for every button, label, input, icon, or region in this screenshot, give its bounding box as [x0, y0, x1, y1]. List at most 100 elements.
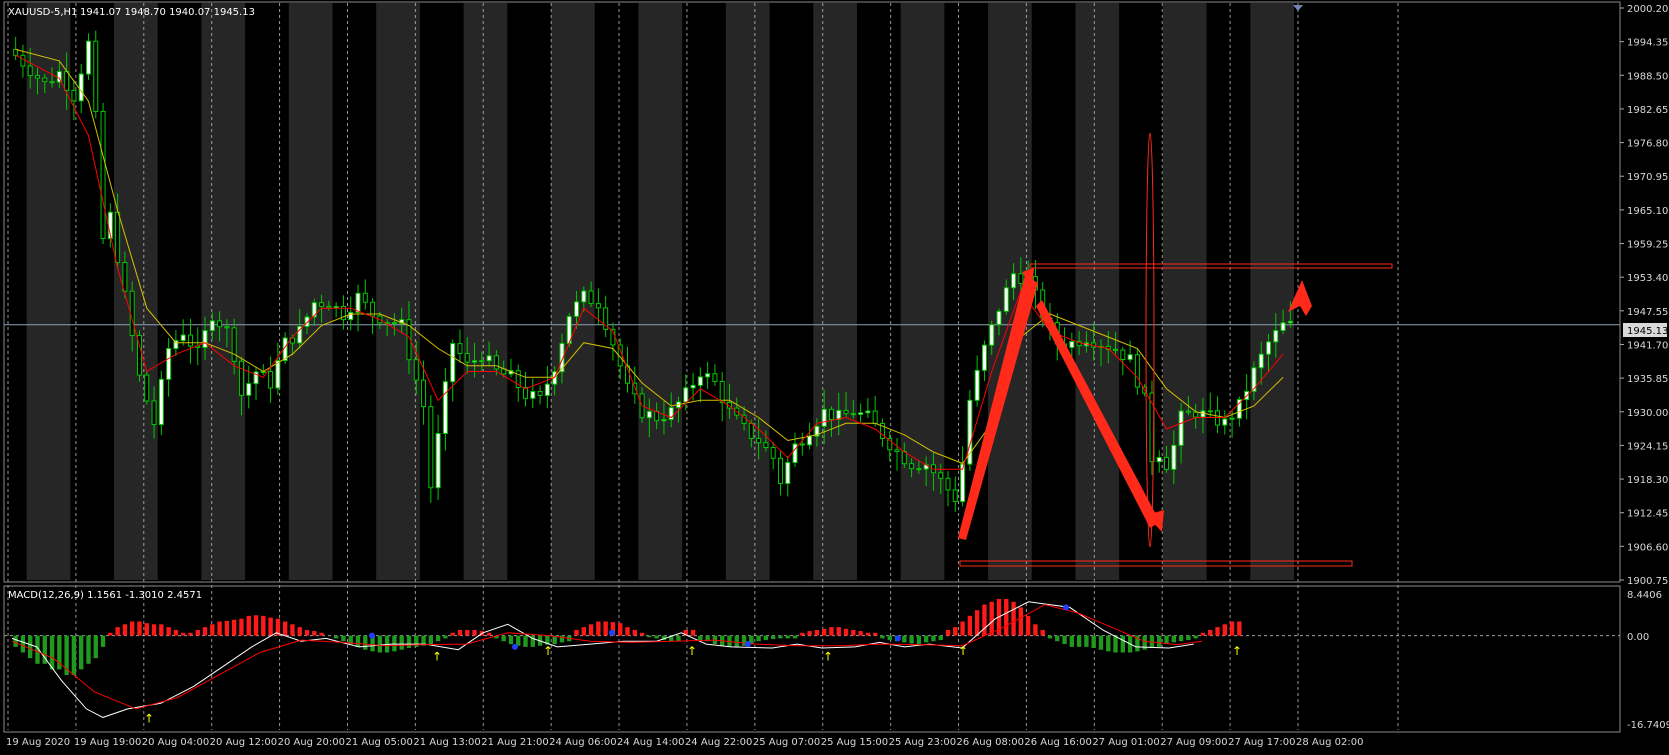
time-tick-label: 24 Aug 14:00: [617, 737, 684, 748]
price-tick-label: 1970.95: [1627, 172, 1668, 183]
session-band: [1250, 3, 1294, 580]
candle-body: [64, 71, 70, 91]
price-tick-label: 1941.70: [1627, 340, 1668, 351]
candle-body: [821, 408, 827, 427]
price-tick-label: 1988.50: [1627, 71, 1668, 82]
candle-body: [836, 409, 842, 420]
price-tick-label: 1930.00: [1627, 408, 1668, 419]
macd-panel: ↑ ↑ ↑ ↑ ↑ ↑ ↑: [4, 598, 1620, 726]
price-tick-label: 1994.35: [1627, 38, 1668, 49]
time-tick-label: 25 Aug 15:00: [821, 737, 888, 748]
candle-body: [450, 343, 456, 383]
candle-body: [435, 433, 441, 489]
price-tick-label: 1935.85: [1627, 374, 1668, 385]
candle-body: [1011, 273, 1017, 289]
candle-body: [981, 344, 987, 371]
session-band: [638, 3, 683, 580]
time-tick-label: 27 Aug 01:00: [1092, 737, 1159, 748]
symbol-label: XAUUSD-5,H1: [8, 7, 77, 18]
candle-body: [71, 89, 77, 102]
candle-body: [275, 360, 281, 389]
candle-body: [1164, 457, 1170, 470]
candle-body: [1178, 410, 1184, 446]
candle-body: [1113, 348, 1119, 351]
grid-lines: [4, 3, 1620, 730]
time-tick-label: 26 Aug 16:00: [1024, 737, 1091, 748]
candle-body: [187, 334, 193, 347]
session-band: [1075, 3, 1120, 580]
candle-body: [799, 443, 805, 446]
candle-body: [78, 73, 84, 102]
macd-main-line: [11, 601, 1194, 718]
time-tick-label: 20 Aug 12:00: [210, 737, 277, 748]
session-band: [376, 3, 420, 580]
candle-body: [333, 305, 339, 309]
candle-body: [777, 457, 783, 485]
macd-bottom-label: -16.7409: [1627, 720, 1669, 731]
candle-body: [1273, 330, 1279, 343]
signal-dot-icon: [895, 635, 901, 642]
candle-body: [1287, 320, 1293, 324]
time-tick-label: 20 Aug 20:00: [278, 737, 345, 748]
candle-body: [151, 400, 157, 426]
up-arrow-icon: ↑: [144, 712, 154, 726]
time-tick-label: 27 Aug 17:00: [1228, 737, 1295, 748]
candle-body: [49, 81, 55, 84]
candle-body: [894, 449, 900, 453]
candle-body: [1280, 322, 1286, 332]
time-tick-label: 20 Aug 04:00: [142, 737, 209, 748]
price-tick-label: 1918.30: [1627, 475, 1668, 486]
candle-body: [530, 391, 536, 399]
up-arrow-icon: ↑: [823, 650, 833, 664]
time-tick-label: 26 Aug 08:00: [957, 737, 1024, 748]
price-tick-label: 1953.40: [1627, 273, 1668, 284]
price-chart[interactable]: ↑ ↑ ↑ ↑ ↑ ↑ ↑ 19 Aug 2020 19 Aug 19:00 20 Aug 04…: [0, 0, 1669, 755]
session-band: [113, 3, 158, 580]
candle-body: [537, 391, 543, 397]
candle-body: [1171, 444, 1177, 470]
up-arrow-icon: ↑: [687, 644, 697, 658]
candle-body: [202, 330, 208, 349]
candle-body: [828, 408, 834, 420]
candle-body: [909, 463, 915, 470]
current-price-label: 1945.13: [1627, 326, 1668, 337]
price-tick-label: 1976.80: [1627, 139, 1668, 150]
candle-body: [1229, 417, 1235, 420]
candle-body: [712, 373, 718, 382]
time-tick-label: 25 Aug 23:00: [889, 737, 956, 748]
candle-body: [858, 412, 864, 415]
candle-body: [355, 292, 361, 313]
signal-dot-icon: [609, 629, 615, 636]
candle-body: [1156, 457, 1162, 463]
candle-body: [1018, 273, 1024, 285]
candle-body: [20, 54, 26, 67]
candle-body: [952, 489, 958, 503]
price-tick-label: 1906.60: [1627, 542, 1668, 553]
candle-body: [166, 348, 172, 380]
candle-body: [1193, 411, 1199, 418]
macd-zero-label: 0.00: [1627, 632, 1649, 643]
session-band: [288, 3, 333, 580]
candle-body: [967, 399, 973, 465]
macd-panel-frame: [3, 585, 1621, 733]
candle-body: [544, 383, 550, 397]
candle-body: [391, 322, 397, 325]
candle-body: [705, 373, 711, 378]
price-tick-label: 1959.25: [1627, 240, 1668, 251]
candle-body: [770, 447, 776, 459]
price-tick-label: 1900.75: [1627, 576, 1668, 587]
candle-body: [843, 409, 849, 415]
candle-body: [486, 355, 492, 362]
candle-body: [996, 310, 1002, 326]
candle-body: [763, 442, 769, 449]
candle-body: [1134, 354, 1140, 388]
candle-body: [246, 383, 252, 396]
candle-body: [690, 384, 696, 389]
candle-body: [1207, 410, 1213, 413]
candle-body: [807, 435, 813, 446]
candle-body: [180, 334, 186, 342]
price-tick-label: 1924.15: [1627, 441, 1668, 452]
candle-body: [122, 262, 128, 292]
price-tick-label: 1965.10: [1627, 206, 1668, 217]
candle-body: [231, 327, 237, 362]
